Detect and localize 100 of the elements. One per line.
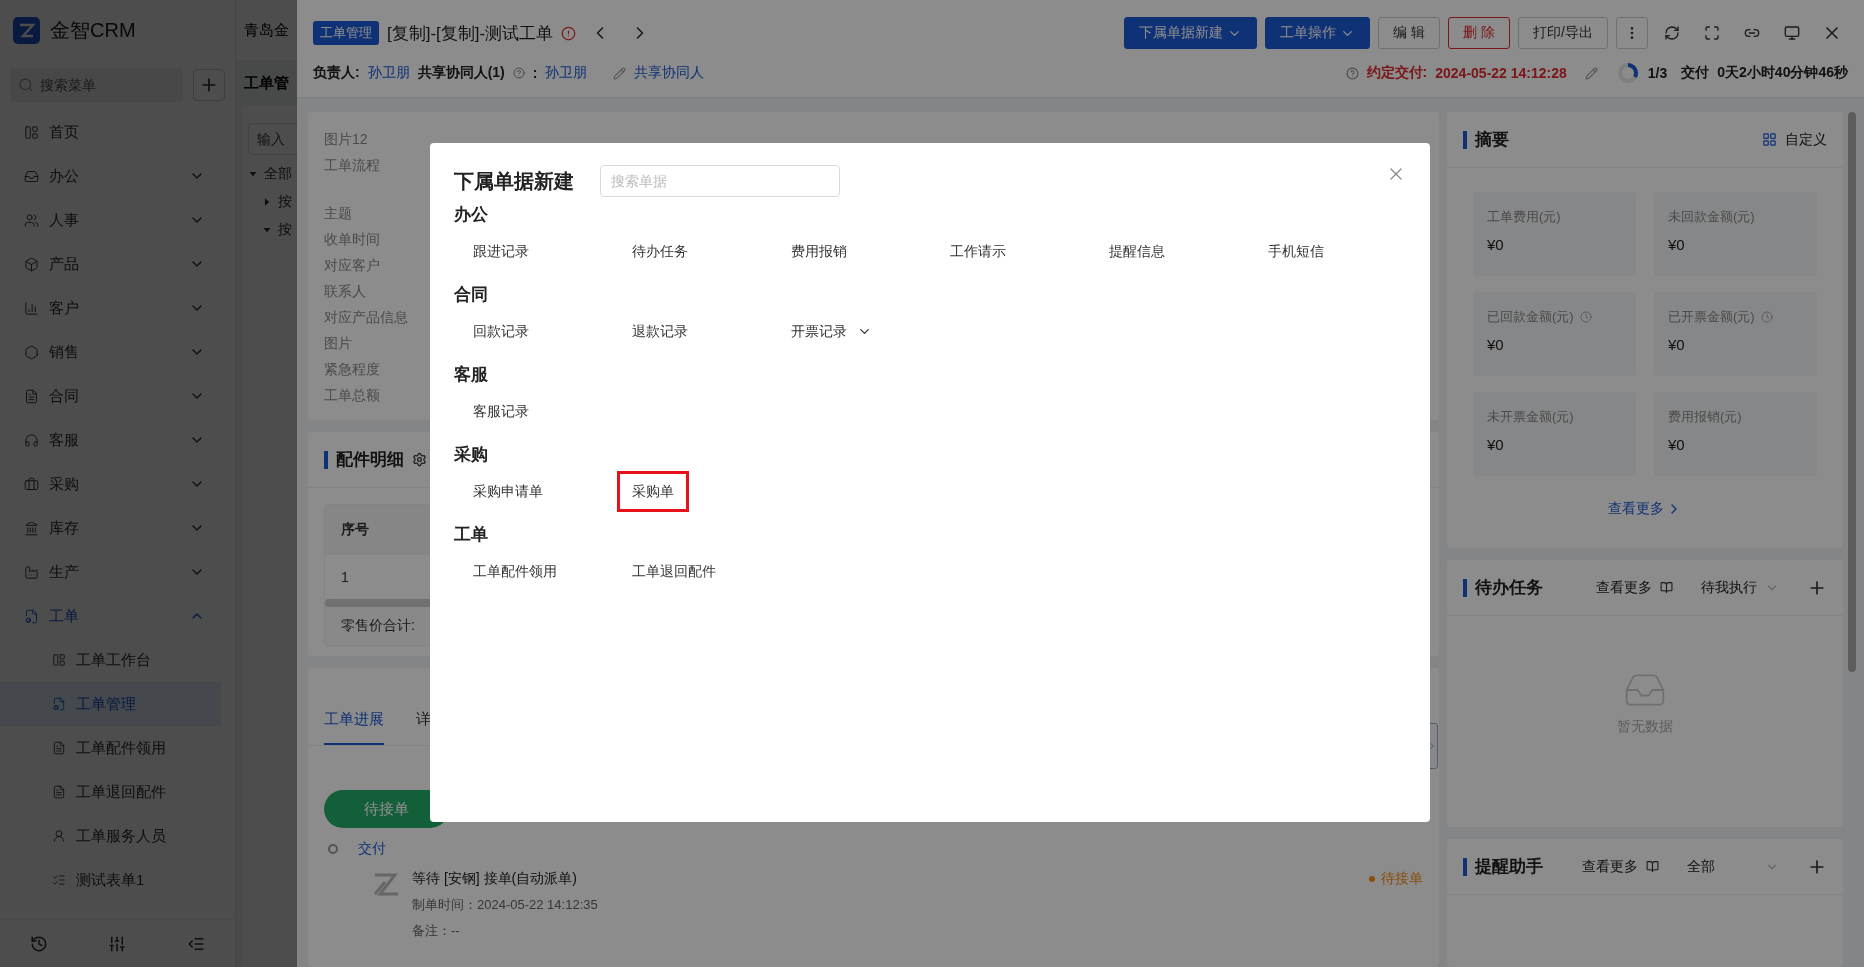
menu-item[interactable]: 客服 bbox=[0, 418, 235, 462]
toolbar-button[interactable]: 打印/导出 bbox=[1518, 17, 1608, 49]
menu-item[interactable]: 销售 bbox=[0, 330, 235, 374]
due-label: 约定交付: bbox=[1366, 64, 1428, 82]
list-icon bbox=[52, 873, 66, 887]
entry-note: 备注：-- bbox=[412, 922, 461, 940]
tray-icon bbox=[24, 168, 39, 184]
field-label: 联系人 bbox=[324, 282, 366, 301]
menu-item[interactable]: 客户 bbox=[0, 286, 235, 330]
card-title: 提醒助手 bbox=[1463, 857, 1543, 876]
colon: : bbox=[532, 65, 538, 81]
menu-item[interactable]: 产品 bbox=[0, 242, 235, 286]
headset-icon bbox=[24, 432, 39, 448]
progress-count: 1/3 bbox=[1647, 65, 1668, 81]
menu-item[interactable]: 工单 bbox=[0, 594, 235, 638]
field-label: 工单总额 bbox=[324, 386, 380, 405]
stat-label: 已回款金额(元) bbox=[1487, 308, 1574, 326]
view-more-link[interactable]: 查看更多 bbox=[1582, 857, 1638, 876]
share-link[interactable]: 共享协同人 bbox=[634, 64, 705, 82]
field-label: 图片12 bbox=[324, 130, 368, 149]
clock-icon bbox=[1579, 311, 1592, 323]
field-label: 图片 bbox=[324, 334, 352, 353]
stat-value: ¥0 bbox=[1487, 436, 1505, 453]
page-title: 工单管 bbox=[243, 73, 289, 93]
chevron-right-icon bbox=[1427, 741, 1437, 751]
group-title: 合同 bbox=[454, 284, 489, 306]
toolbar-button[interactable]: 下属单据新建 bbox=[1124, 17, 1258, 49]
sliders-icon[interactable] bbox=[108, 934, 127, 953]
document-icon bbox=[52, 785, 66, 799]
owner-label: 负责人: bbox=[313, 64, 360, 82]
stat-label: 工单费用(元) bbox=[1487, 208, 1561, 226]
book-icon bbox=[1660, 581, 1673, 594]
stat-value: ¥0 bbox=[1487, 236, 1505, 253]
tree-label[interactable]: 按 bbox=[278, 221, 292, 239]
toolbar-button[interactable]: 删 除 bbox=[1448, 17, 1511, 49]
add-button[interactable] bbox=[193, 69, 225, 101]
scrollbar[interactable] bbox=[1848, 112, 1856, 672]
monitor-icon bbox=[1784, 25, 1800, 41]
view-more-link[interactable]: 查看更多 bbox=[1596, 578, 1652, 597]
tree-label[interactable]: 按 bbox=[278, 193, 292, 211]
view-more-link[interactable]: 查看更多 bbox=[1608, 500, 1682, 518]
clock-icon bbox=[1760, 311, 1773, 323]
help-icon bbox=[1345, 66, 1359, 80]
panel-icon bbox=[24, 124, 39, 140]
document-gear-icon bbox=[24, 608, 39, 624]
pencil-icon[interactable] bbox=[1584, 66, 1598, 80]
filter-select[interactable]: 全部 bbox=[1687, 857, 1757, 876]
card-title: 摘要 bbox=[1463, 130, 1509, 149]
field-label: 对应产品信息 bbox=[324, 308, 408, 327]
status-label: 待接单 bbox=[1381, 870, 1423, 888]
menu-item[interactable]: 合同 bbox=[0, 374, 235, 418]
owner-link[interactable]: 孙卫朋 bbox=[367, 64, 410, 82]
field-label: 对应客户 bbox=[324, 256, 380, 275]
collaborator-label: 共享协同人(1) bbox=[417, 64, 505, 82]
document-type-item[interactable]: 采购单 bbox=[617, 470, 689, 512]
bank-icon bbox=[24, 520, 39, 536]
history-icon[interactable] bbox=[30, 934, 49, 953]
total-label: 零售价合计: bbox=[340, 616, 416, 635]
submenu-item[interactable]: 测试表单1 bbox=[0, 858, 221, 902]
caret-down-icon[interactable] bbox=[262, 225, 272, 235]
caret-down-icon[interactable] bbox=[248, 169, 258, 179]
due-date: 2024-05-22 14:12:28 bbox=[1435, 65, 1567, 81]
progress-ring bbox=[1615, 61, 1640, 85]
group-title: 采购 bbox=[454, 444, 489, 466]
document-icon bbox=[52, 741, 66, 755]
stage-name: 交付 bbox=[358, 840, 386, 858]
help-icon bbox=[512, 67, 525, 79]
modal-title: 下属单据新建 bbox=[454, 168, 574, 194]
stat-value: ¥0 bbox=[1668, 236, 1686, 253]
menu-item[interactable]: 库存 bbox=[0, 506, 235, 550]
submenu-item[interactable]: 工单配件领用 bbox=[0, 726, 221, 770]
document-icon bbox=[24, 388, 39, 404]
module-tag: 工单管理 bbox=[313, 21, 379, 45]
submenu-item[interactable]: 工单退回配件 bbox=[0, 770, 221, 814]
menu-item[interactable]: 人事 bbox=[0, 198, 235, 242]
company-name: 青岛金 bbox=[244, 20, 289, 40]
tab[interactable]: 详 bbox=[416, 710, 431, 745]
tree-label[interactable]: 全部 bbox=[264, 165, 292, 183]
warning-icon bbox=[561, 25, 577, 41]
menu-item[interactable]: 生产 bbox=[0, 550, 235, 594]
customize-link[interactable]: 自定义 bbox=[1785, 130, 1827, 149]
submenu-item[interactable]: 工单服务人员 bbox=[0, 814, 221, 858]
submenu-item[interactable]: 工单工作台 bbox=[0, 638, 221, 682]
menu-item[interactable]: 办公 bbox=[0, 154, 235, 198]
caret-right-icon[interactable] bbox=[262, 197, 272, 207]
stat-value: ¥0 bbox=[1668, 436, 1686, 453]
toolbar-button[interactable]: 编 辑 bbox=[1378, 17, 1441, 49]
settings-icon[interactable] bbox=[412, 452, 427, 467]
filter-select[interactable]: 待我执行 bbox=[1701, 578, 1757, 597]
toolbar-button[interactable]: 工单操作 bbox=[1265, 17, 1371, 49]
search-field[interactable]: 搜索单据 bbox=[600, 165, 840, 197]
collaborator-link[interactable]: 孙卫朋 bbox=[545, 64, 588, 82]
entry-title: 等待 [安钢] 接单(自动派单) bbox=[412, 870, 578, 888]
tab[interactable]: 工单进展 bbox=[324, 710, 384, 745]
field-label: 紧急程度 bbox=[324, 360, 380, 379]
menu-item[interactable]: 采购 bbox=[0, 462, 235, 506]
box-icon bbox=[24, 256, 39, 272]
record-title: [复制]-[复制]-测试工单 bbox=[387, 22, 554, 45]
stat-value: ¥0 bbox=[1668, 336, 1686, 353]
menu-item[interactable]: 首页 bbox=[0, 110, 235, 154]
